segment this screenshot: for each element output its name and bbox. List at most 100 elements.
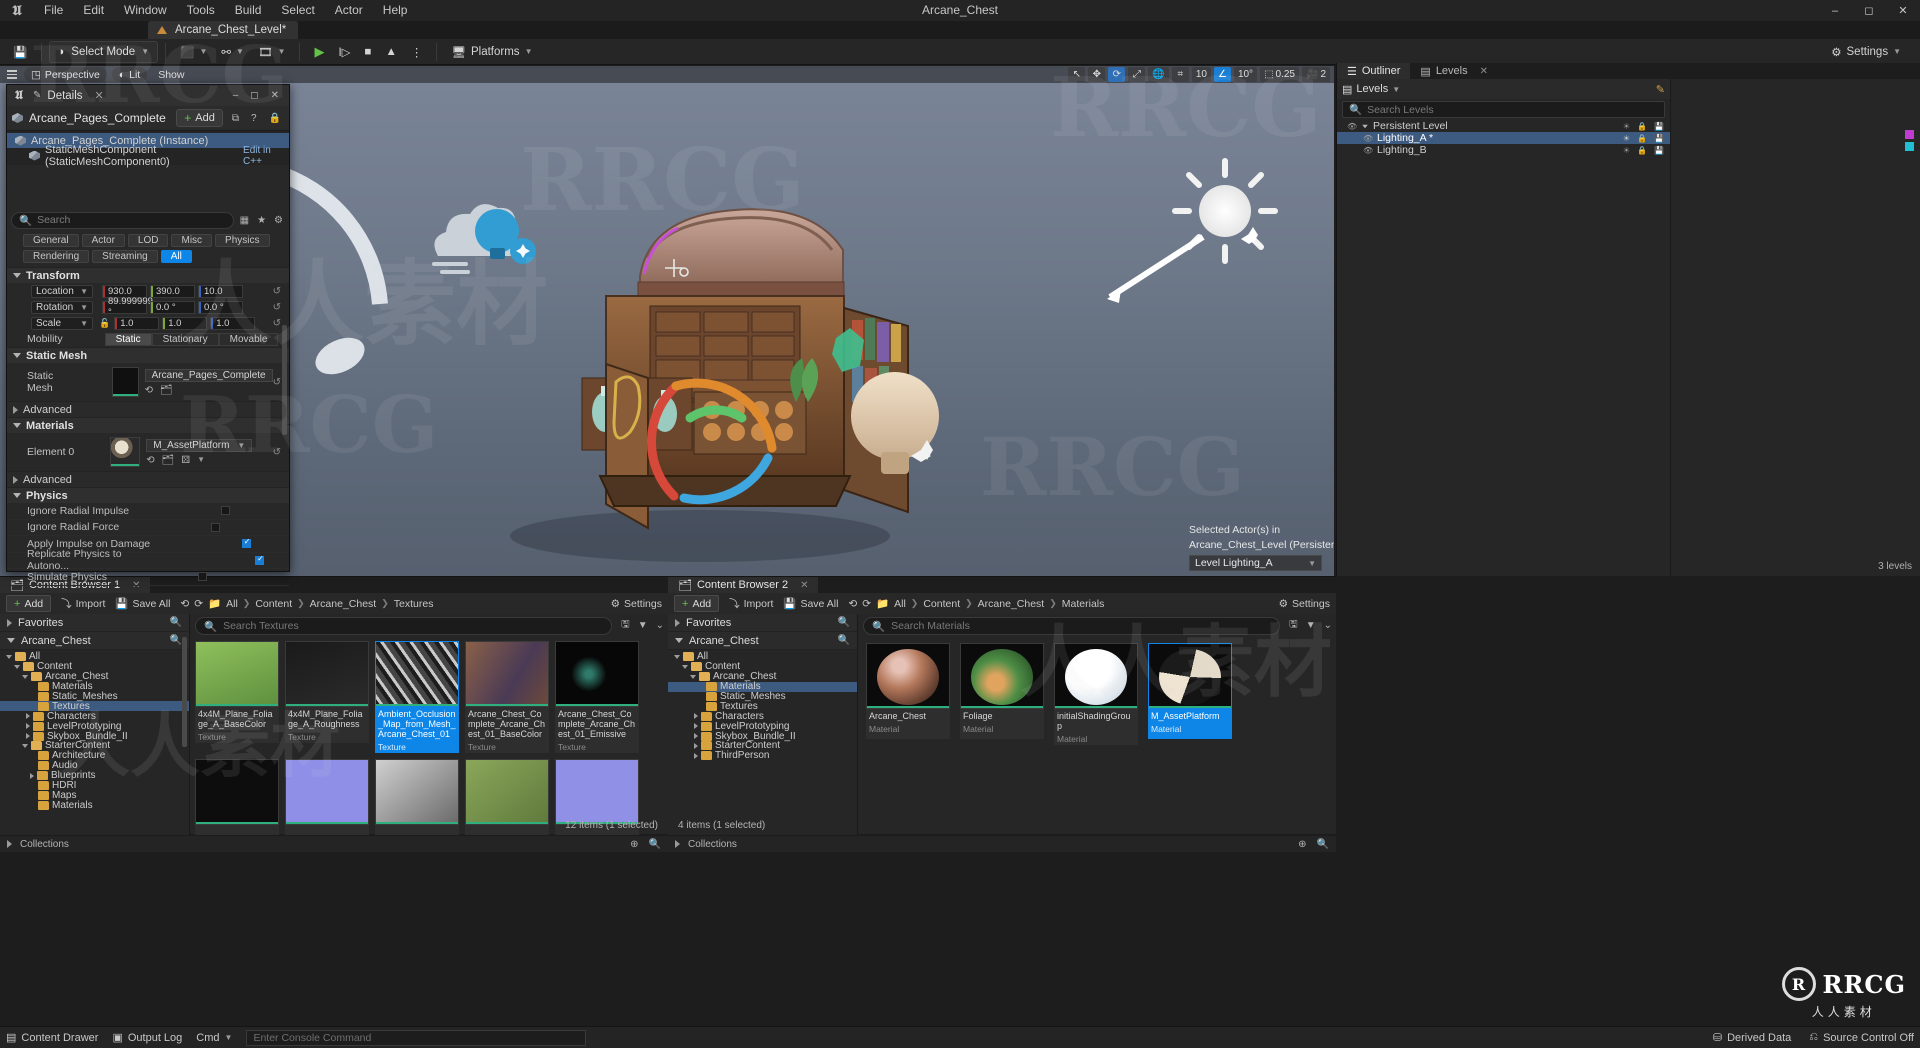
menu-item-build[interactable]: Build [225, 0, 272, 21]
filter-misc[interactable]: Misc [171, 234, 213, 247]
cb2-root-row[interactable]: Arcane_Chest 🔍 [668, 632, 857, 650]
level-row-persistent[interactable]: 👁 Persistent Level ☀ 🔒 💾 [1337, 120, 1670, 132]
level-row-lighting-a[interactable]: 👁 Lighting_A * ☀ 🔒 💾 [1337, 132, 1670, 144]
chevron-down-icon[interactable]: ⌄ [1320, 620, 1336, 631]
output-log-button[interactable]: ▣ Output Log [112, 1031, 182, 1045]
back-icon[interactable]: ⟲ [180, 598, 189, 610]
location-dropdown[interactable]: Location ▼ [31, 284, 93, 298]
cb2-favorites[interactable]: Favorites 🔍 [668, 614, 857, 632]
section-advanced-1[interactable]: Advanced [7, 401, 289, 417]
cb1-favorites[interactable]: Favorites 🔍 [0, 614, 189, 632]
tree-row[interactable]: Arcane_Chest [0, 671, 189, 682]
tab-outliner[interactable]: ☰ Outliner [1337, 63, 1411, 79]
search-collections-icon[interactable]: 🔍 [649, 839, 661, 850]
eye-icon[interactable]: 👁 [1363, 134, 1373, 143]
browse-to-asset-icon[interactable]: 🗂 [162, 455, 175, 466]
cb2-import-button[interactable]: ⤵ Import [729, 596, 773, 611]
add-collection-icon[interactable]: ⊕ [1298, 839, 1306, 850]
tree-row[interactable]: Maps [0, 790, 189, 801]
cb1-settings-button[interactable]: ⚙ Settings [611, 598, 662, 610]
cb1-tree-scrollbar[interactable] [182, 637, 187, 747]
asset-tile[interactable] [465, 759, 549, 835]
filter-icon[interactable]: ▼ [1302, 620, 1320, 631]
crumb-all[interactable]: All [226, 598, 238, 610]
folder-icon[interactable]: 📁 [876, 597, 889, 610]
reset-scale-icon[interactable]: ↺ [273, 318, 281, 329]
minimize-icon[interactable]: – [233, 90, 239, 101]
current-level-dropdown[interactable]: Level Lighting_A ▼ [1189, 555, 1322, 571]
browse-back-icon[interactable]: ⟲ [145, 385, 153, 396]
lock-icon[interactable]: 🔒 [1637, 122, 1647, 131]
asset-tile[interactable]: Arcane_Chest_Complete_Arcane_Chest_01_Em… [555, 641, 639, 753]
back-icon[interactable]: ⟲ [848, 598, 857, 610]
derived-data-button[interactable]: ⛁ Derived Data [1713, 1031, 1791, 1045]
save-search-icon[interactable]: 🖫 [1285, 617, 1302, 634]
angle-snap-value[interactable]: 10° [1233, 67, 1258, 82]
menu-item-select[interactable]: Select [271, 0, 324, 21]
filter-all[interactable]: All [160, 250, 192, 263]
ignore-radial-impulse-checkbox[interactable] [220, 506, 230, 516]
mobility-static[interactable]: Static [104, 332, 152, 346]
material-options-icon[interactable]: ⚄ [181, 455, 190, 466]
asset-tile[interactable] [285, 759, 369, 835]
source-control-button[interactable]: ⎌ Source Control Off [1809, 1031, 1914, 1044]
rotation-x-input[interactable]: 89.999999 ° [102, 296, 153, 318]
filter-lod[interactable]: LOD [127, 234, 169, 247]
level-tab[interactable]: Arcane_Chest_Level* [148, 21, 299, 39]
reset-rotation-icon[interactable]: ↺ [273, 302, 281, 313]
tab-levels[interactable]: ▤ Levels ✕ [1410, 63, 1498, 79]
settings-button[interactable]: ⚙ Settings ▼ [1824, 41, 1908, 63]
filter-physics[interactable]: Physics [215, 234, 270, 247]
color-swatch-lighting-a[interactable] [1905, 129, 1914, 139]
save-search-icon[interactable]: 🖫 [617, 617, 634, 634]
world-space-icon[interactable]: 🌐 [1148, 67, 1169, 82]
cb2-add-button[interactable]: + Add [674, 595, 720, 612]
mobility-movable[interactable]: Movable [218, 332, 279, 346]
level-row-lighting-b[interactable]: 👁 Lighting_B ☀ 🔒 💾 [1337, 144, 1670, 156]
cmd-dropdown[interactable]: Cmd ▼ [196, 1032, 232, 1044]
asset-tile[interactable] [195, 759, 279, 835]
crumb-arcane-chest[interactable]: Arcane_Chest [310, 598, 377, 610]
static-mesh-value[interactable]: Arcane_Pages_Complete [144, 368, 273, 382]
eye-icon[interactable]: 👁 [1347, 122, 1357, 131]
chevron-down-icon[interactable]: ⌄ [652, 620, 668, 631]
location-y-input[interactable]: 390.0 [150, 284, 195, 298]
close-icon[interactable]: ✕ [1480, 66, 1488, 77]
save-icon[interactable]: 💾 [1654, 122, 1664, 131]
scale-z-input[interactable]: 1.0 [210, 316, 256, 330]
minimize-button[interactable]: – [1818, 0, 1852, 21]
levels-dropdown[interactable]: ▤ Levels ▼ [1342, 83, 1400, 96]
help-icon[interactable]: ? [248, 113, 260, 124]
tree-row[interactable]: Static_Meshes [668, 691, 857, 702]
maximize-icon[interactable]: ◻ [250, 90, 258, 101]
search-icon[interactable]: 🔍 [170, 635, 182, 646]
search-collections-icon[interactable]: 🔍 [1317, 839, 1329, 850]
move-gizmo-icon[interactable]: ✥ [1088, 67, 1106, 82]
reset-location-icon[interactable]: ↺ [273, 286, 281, 297]
lock-icon[interactable]: 🔒 [1637, 134, 1647, 143]
section-static-mesh[interactable]: Static Mesh [7, 347, 289, 363]
eject-button[interactable]: ▲ [378, 41, 403, 63]
show-menu[interactable]: Show [152, 69, 190, 81]
scale-y-input[interactable]: 1.0 [162, 316, 208, 330]
components-view-icon[interactable]: ⧉ [229, 113, 242, 124]
details-search-input[interactable]: 🔍 Search [11, 211, 234, 229]
select-mode-dropdown[interactable]: ◗ Select Mode ▼ [49, 40, 159, 63]
grid-snap-value[interactable]: 10 [1191, 67, 1211, 82]
blueprints-button[interactable]: ⚯ ▼ [214, 41, 251, 63]
menu-item-window[interactable]: Window [114, 0, 177, 21]
color-swatch-lighting-b[interactable] [1905, 141, 1914, 151]
grid-view-icon[interactable]: ▦ [238, 215, 251, 226]
tree-row[interactable]: Static_Meshes [0, 691, 189, 702]
scale-lock-icon[interactable]: 🔓 [99, 318, 110, 329]
menu-item-actor[interactable]: Actor [325, 0, 373, 21]
edit-in-cpp-link[interactable]: Edit in C++ [243, 145, 283, 167]
filter-actor[interactable]: Actor [81, 234, 125, 247]
details-scrollbar[interactable] [282, 325, 287, 435]
cb1-add-button[interactable]: + Add [6, 595, 52, 612]
viewport-menu-icon[interactable] [5, 70, 19, 79]
scale-x-input[interactable]: 1.0 [114, 316, 160, 330]
asset-tile[interactable]: initialShadingGroup Material [1054, 643, 1138, 745]
tree-row[interactable]: Architecture [0, 750, 189, 761]
console-command-input[interactable]: Enter Console Command [246, 1029, 587, 1046]
